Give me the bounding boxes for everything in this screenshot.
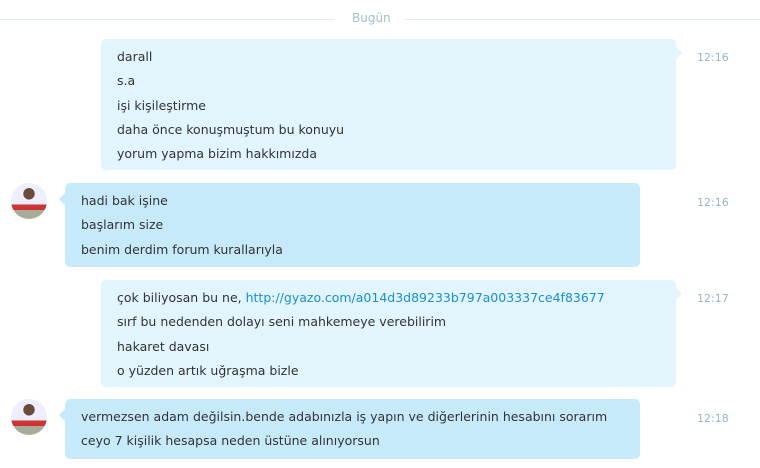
message-text: darall [117, 49, 153, 64]
date-label: Bugün [352, 11, 391, 25]
message-time: 12:18 [697, 412, 729, 425]
message-text: çok biliyosan bu ne, [117, 290, 246, 305]
message-time: 12:16 [697, 196, 729, 209]
message-time: 12:16 [697, 51, 729, 64]
message-text: başlarım size [81, 217, 164, 233]
divider-line [405, 19, 760, 20]
date-divider: Bugün [0, 10, 760, 28]
message-text: benim derdim forum kurallarıyla [81, 241, 283, 257]
message-time: 12:17 [697, 292, 729, 305]
message-text: vermezsen adam değilsin.bende adabınızla… [81, 409, 608, 424]
message-bubble-outgoing[interactable]: darall s.a işi kişileştirme daha önce ko… [101, 39, 682, 170]
message-bubble-incoming[interactable]: vermezsen adam değilsin.bende adabınızla… [59, 399, 640, 459]
contact-avatar[interactable] [11, 183, 47, 219]
message-text: işi kişileştirme [117, 97, 206, 113]
divider-line [0, 19, 335, 20]
message-text: hakaret davası [117, 338, 210, 354]
message-text: daha önce konuşmuştum bu konuyu [117, 121, 345, 137]
gyazo-link[interactable]: http://gyazo.com/a014d3d89233b797a003337… [246, 290, 605, 305]
message-bubble-outgoing[interactable]: çok biliyosan bu ne, http://gyazo.com/a0… [101, 280, 682, 387]
message-bubble-incoming[interactable]: hadi bak işine başlarım size benim derdi… [59, 183, 640, 267]
message-text: ceyo 7 kişilik hesapsa neden üstüne alın… [81, 433, 380, 449]
message-text: o yüzden artık uğraşma bizle [117, 362, 299, 378]
message-text: sırf bu nedenden dolayı seni mahkemeye v… [117, 314, 447, 330]
message-text: s.a [117, 73, 136, 89]
contact-avatar[interactable] [11, 399, 47, 435]
message-text: hadi bak işine [81, 193, 168, 208]
message-text: yorum yapma bizim hakkımızda [117, 146, 317, 162]
